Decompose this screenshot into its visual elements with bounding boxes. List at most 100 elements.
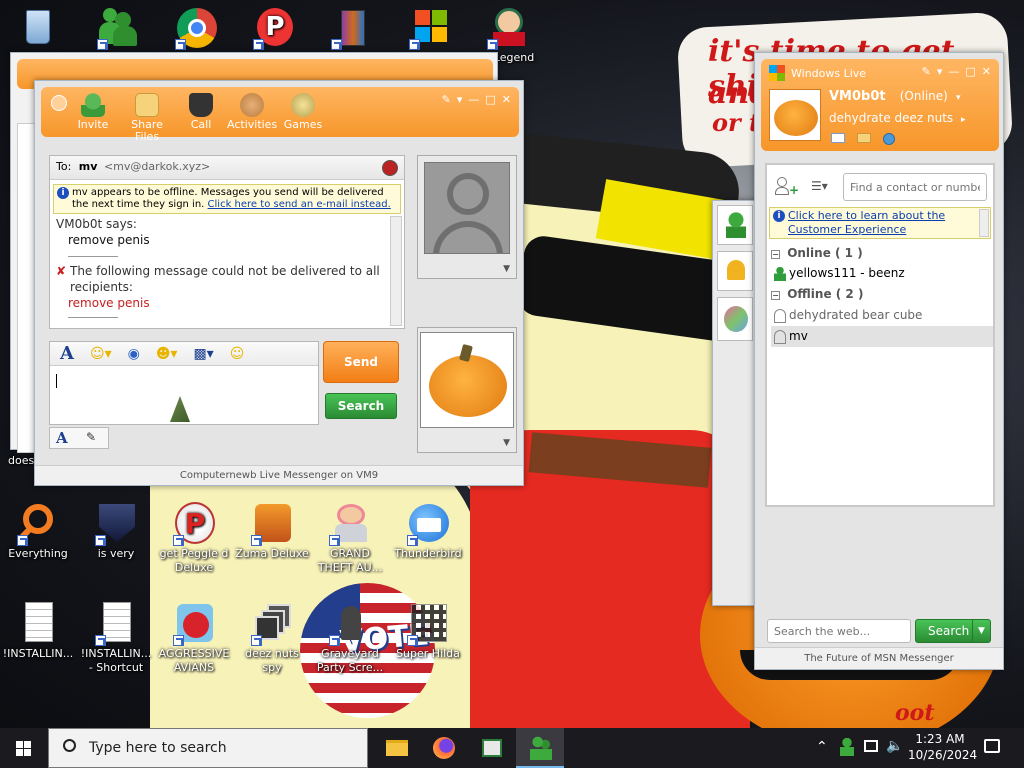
- taskbar-file-explorer[interactable]: [372, 728, 420, 768]
- minimize-icon[interactable]: —: [468, 93, 479, 106]
- personal-message[interactable]: dehydrate deez nuts ▸: [829, 111, 966, 125]
- mail-icon[interactable]: [831, 133, 845, 143]
- volume-icon[interactable]: 🔈: [886, 738, 903, 754]
- system-clock[interactable]: 1:23 AM 10/26/2024: [908, 731, 978, 763]
- desktop-icon-peggle-deluxe[interactable]: P get Peggle d Deluxe: [156, 502, 232, 575]
- contact-item[interactable]: yellows111 - beenz: [771, 263, 993, 284]
- contact-item-selected[interactable]: mv: [771, 326, 993, 347]
- sort-options-icon[interactable]: ☰▾: [811, 179, 828, 193]
- minimize-icon[interactable]: —: [948, 65, 959, 78]
- desktop-icon-label: !INSTALLIN...: [2, 647, 74, 660]
- desktop-icon-zuma[interactable]: Zuma Deluxe: [234, 502, 310, 561]
- social-tab[interactable]: [717, 297, 753, 341]
- chat-window[interactable]: Invite Share Files Call Activities Games…: [34, 80, 524, 486]
- search-button[interactable]: Search: [325, 393, 397, 419]
- games-button[interactable]: Games: [283, 93, 323, 143]
- web-search-button[interactable]: Search ▼: [915, 619, 991, 643]
- maximize-icon[interactable]: □: [485, 93, 495, 106]
- show-hidden-icons-chevron-up-icon[interactable]: ⌃: [816, 739, 828, 755]
- close-icon[interactable]: ✕: [982, 65, 991, 78]
- chevron-down-icon[interactable]: ▾: [457, 93, 463, 106]
- desktop-icon-deez-nuts-spy[interactable]: deez nuts spy: [234, 602, 310, 675]
- background-icon[interactable]: ▩▾: [193, 346, 213, 362]
- block-contact-icon[interactable]: [382, 160, 398, 176]
- call-button[interactable]: Call: [181, 93, 221, 143]
- desktop-icon-is-very[interactable]: is very: [78, 502, 154, 561]
- desktop-icon-gta[interactable]: GRAND THEFT AU...: [312, 502, 388, 575]
- desktop-icon-aggressive-avians[interactable]: AGGRESSIVE AVIANS: [156, 602, 232, 675]
- start-button[interactable]: [0, 728, 48, 768]
- desktop-icon-label: Thunderbird: [394, 547, 462, 560]
- add-contact-icon[interactable]: +: [775, 177, 799, 196]
- conversation-panel: To: mv <mv@darkok.xyz> i mv appears to b…: [49, 155, 405, 329]
- font-icon[interactable]: A: [60, 343, 74, 364]
- desktop-icon-peggle-top[interactable]: P: [236, 6, 312, 51]
- desktop-icon-recycle-bin[interactable]: [0, 6, 76, 51]
- clock-date: 10/26/2024: [908, 748, 978, 762]
- contact-picture-frame[interactable]: ▼: [417, 155, 517, 279]
- chevron-down-icon[interactable]: ▼: [503, 264, 510, 274]
- notice-scrollbar[interactable]: [979, 209, 989, 237]
- desktop-icon-installing[interactable]: !INSTALLIN...: [0, 602, 76, 661]
- desktop-icon-chrome[interactable]: [158, 6, 234, 51]
- invite-button[interactable]: Invite: [73, 93, 113, 143]
- web-search-input[interactable]: [767, 619, 911, 643]
- contact-list-window[interactable]: Windows Live ✎ ▾ — □ ✕ VM0b0t (Online) ▾…: [754, 52, 1004, 670]
- user-status-line[interactable]: VM0b0t (Online) ▾: [829, 89, 961, 104]
- desktop-icon-windows[interactable]: [392, 6, 468, 51]
- wink-icon[interactable]: ☻▾: [156, 346, 178, 362]
- wallpaper-corner-text: oot: [895, 700, 935, 726]
- text-mode-tab[interactable]: A: [56, 429, 68, 447]
- voice-clip-icon[interactable]: ◉: [128, 346, 140, 362]
- desktop-icon-everything[interactable]: Everything: [0, 502, 76, 561]
- customer-experience-link[interactable]: Click here to learn about the Customer E…: [788, 209, 945, 236]
- games-icon: [291, 93, 315, 117]
- find-contact-input[interactable]: [843, 173, 987, 201]
- taskbar-app-window[interactable]: [468, 728, 516, 768]
- send-button[interactable]: Send: [323, 341, 399, 383]
- paintbrush-icon[interactable]: ✎: [922, 65, 931, 78]
- desktop-icon-label: AGGRESSIVE AVIANS: [158, 647, 230, 674]
- desktop-icon-super-hilda[interactable]: Super Hilda: [390, 602, 466, 661]
- phone-icon: [189, 93, 213, 117]
- chevron-down-icon[interactable]: ▼: [503, 438, 510, 448]
- chevron-down-icon[interactable]: ▼: [972, 620, 990, 642]
- close-icon[interactable]: ✕: [502, 93, 511, 106]
- globe-icon[interactable]: [883, 133, 895, 145]
- user-picture-frame[interactable]: ▼: [417, 327, 517, 453]
- contact-groups: − Online ( 1 ) yellows111 - beenz − Offl…: [771, 243, 993, 347]
- contacts-tab[interactable]: [717, 205, 753, 245]
- taskbar-messenger[interactable]: [516, 728, 564, 768]
- network-icon[interactable]: [864, 740, 878, 752]
- desktop-icon-label: Super Hilda: [396, 647, 460, 660]
- folder-icon[interactable]: [857, 133, 871, 143]
- desktop-icon-installing-shortcut[interactable]: !INSTALLIN... - Shortcut: [78, 602, 154, 675]
- share-files-button[interactable]: Share Files: [119, 93, 175, 143]
- notifications-icon[interactable]: [984, 739, 1000, 753]
- maximize-icon[interactable]: □: [965, 65, 975, 78]
- handwriting-tab[interactable]: ✎: [86, 430, 96, 444]
- paintbrush-icon[interactable]: ✎: [442, 93, 451, 106]
- window-menu-icon[interactable]: [51, 95, 67, 111]
- send-email-link[interactable]: Click here to send an e-mail instead.: [208, 199, 391, 210]
- conversation-scrollbar[interactable]: [390, 216, 402, 326]
- contact-item[interactable]: dehydrated bear cube: [771, 305, 993, 326]
- user-display-picture[interactable]: [769, 89, 821, 141]
- emoticon-icon[interactable]: ☺▾: [90, 346, 112, 362]
- group-offline[interactable]: − Offline ( 2 ): [771, 284, 993, 305]
- text-file-icon: [95, 602, 137, 646]
- msn-messenger-icon: [97, 6, 139, 50]
- activities-button[interactable]: Activities: [227, 93, 277, 143]
- taskbar-search-box[interactable]: Type here to search: [48, 728, 368, 768]
- group-online[interactable]: − Online ( 1 ): [771, 243, 993, 263]
- flower-icon: [724, 306, 748, 332]
- chevron-down-icon[interactable]: ▾: [937, 65, 943, 78]
- desktop-icon-msn[interactable]: [80, 6, 156, 51]
- desktop-icon-graveyard[interactable]: Graveyard Party Scre...: [312, 602, 388, 675]
- desktop-icon-winrar[interactable]: [314, 6, 390, 51]
- nudge-icon[interactable]: ☺: [230, 346, 245, 362]
- desktop-icon-thunderbird[interactable]: Thunderbird: [390, 502, 466, 561]
- alerts-tab[interactable]: [717, 251, 753, 291]
- taskbar-firefox[interactable]: [420, 728, 468, 768]
- messenger-tray-icon[interactable]: [840, 738, 854, 756]
